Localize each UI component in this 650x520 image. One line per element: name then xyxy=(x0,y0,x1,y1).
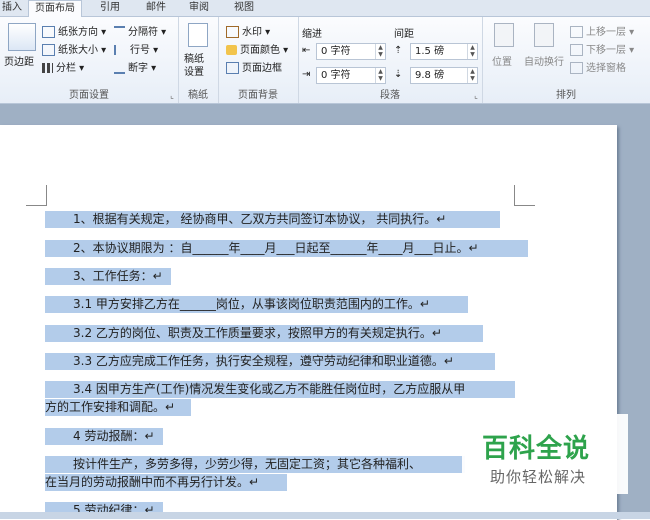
send-backward-button[interactable]: 下移一层 ▾ xyxy=(570,41,634,56)
line-numbers-icon xyxy=(114,45,127,55)
tab-review[interactable]: 审阅 xyxy=(183,0,215,16)
space-after-icon: ⇣ xyxy=(394,69,403,80)
tab-mailings[interactable]: 邮件 xyxy=(140,0,172,16)
line-numbers-button[interactable]: 行号 ▾ xyxy=(114,41,158,56)
space-before-field[interactable]: 1.5 磅 ▲ ▼ xyxy=(410,43,478,60)
indent-heading: 缩进 xyxy=(302,29,322,40)
orientation-label: 纸张方向 xyxy=(58,27,98,38)
line-numbers-label: 行号 xyxy=(130,45,150,56)
orientation-button[interactable]: 纸张方向 ▾ xyxy=(42,23,106,38)
indent-right-spinner[interactable]: ▲ ▼ xyxy=(375,68,385,83)
page-color-button[interactable]: 页面颜色 ▾ xyxy=(226,41,288,56)
group-paragraph: 缩进 间距 ⇤ 0 字符 ▲ ▼ ⇥ 0 字符 ▲ ▼ ⇡ 1.5 磅 ▲ ▼ ⇣ 9.8 … xyxy=(298,17,483,103)
selection-pane-button[interactable]: 选择窗格 xyxy=(570,59,626,74)
hyphenation-label: 断字 xyxy=(128,63,148,74)
doc-line[interactable]: 2、本协议期限为 ：自______年____月___日起至______年____… xyxy=(45,240,528,257)
doc-line[interactable]: 4 劳动报酬：↵ xyxy=(45,428,163,445)
doc-line[interactable]: 3.3 乙方应完成工作任务，执行安全规程，遵守劳动纪律和职业道德。↵ xyxy=(45,353,495,370)
indent-left-value: 0 字符 xyxy=(321,46,351,57)
arrange-label: 排列 xyxy=(556,90,576,101)
space-after-spinner[interactable]: ▲ ▼ xyxy=(467,68,477,83)
columns-label: 分栏 xyxy=(56,63,76,74)
ribbon: 页边距 纸张方向 ▾ 纸张大小 ▾ 分栏 ▾ 分隔符 ▾ 行号 ▾ 断字 ▾ 页… xyxy=(0,17,650,104)
doc-line[interactable]: 3.2 乙方的岗位、职责及工作质量要求，按照甲方的有关规定执行。↵ xyxy=(45,325,483,342)
watermark-label: 水印 xyxy=(242,27,262,38)
space-before-value: 1.5 磅 xyxy=(415,46,445,57)
tab-insert[interactable]: 插入 xyxy=(0,0,28,16)
watermark-title: 百科全说 xyxy=(482,434,591,464)
indent-left-field[interactable]: 0 字符 ▲ ▼ xyxy=(316,43,386,60)
indent-left-spinner[interactable]: ▲ ▼ xyxy=(375,44,385,59)
selection-pane-icon xyxy=(570,62,583,74)
page-background-label: 页面背景 xyxy=(238,90,278,101)
crop-mark-top-left xyxy=(26,185,47,206)
draft-icon[interactable] xyxy=(188,23,208,47)
space-before-icon: ⇡ xyxy=(394,45,403,56)
page-borders-button[interactable]: 页面边框 xyxy=(226,59,282,74)
watermark-subtitle: 助你轻松解决 xyxy=(490,468,587,486)
indent-right-icon: ⇥ xyxy=(302,69,311,80)
watermark-logo: 百科全说 助你轻松解决 xyxy=(462,414,628,494)
group-arrange: 位置 自动换行 上移一层 ▾ 下移一层 ▾ 选择窗格 排列 xyxy=(482,17,650,103)
breaks-icon xyxy=(114,26,125,38)
orientation-icon xyxy=(42,26,55,38)
wrap-icon[interactable] xyxy=(534,23,554,47)
send-backward-icon xyxy=(570,44,583,56)
doc-line[interactable]: 方的工作安排和调配。↵ xyxy=(45,399,191,416)
ribbon-tabs: 插入 页面布局 引用 邮件 审阅 视图 xyxy=(0,0,650,18)
page-setup-launcher-icon[interactable]: ⌞ xyxy=(170,91,174,100)
selection-pane-label: 选择窗格 xyxy=(586,63,626,74)
size-icon xyxy=(42,44,55,56)
tab-page-layout[interactable]: 页面布局 xyxy=(28,0,82,18)
crop-mark-top-right xyxy=(514,185,535,206)
position-button[interactable]: 位置 xyxy=(492,53,512,68)
space-after-value: 9.8 磅 xyxy=(415,70,445,81)
group-page-setup: 页边距 纸张方向 ▾ 纸张大小 ▾ 分栏 ▾ 分隔符 ▾ 行号 ▾ 断字 ▾ 页… xyxy=(0,17,179,103)
hyphenation-button[interactable]: 断字 ▾ xyxy=(114,59,156,74)
status-bar xyxy=(0,512,650,519)
space-after-field[interactable]: 9.8 磅 ▲ ▼ xyxy=(410,67,478,84)
group-page-background: 水印 ▾ 页面颜色 ▾ 页面边框 页面背景 xyxy=(218,17,299,103)
position-icon[interactable] xyxy=(494,23,514,47)
bring-forward-button[interactable]: 上移一层 ▾ xyxy=(570,23,634,38)
space-before-spinner[interactable]: ▲ ▼ xyxy=(467,44,477,59)
hyphenation-icon xyxy=(114,62,125,74)
breaks-button[interactable]: 分隔符 ▾ xyxy=(114,23,166,38)
indent-right-value: 0 字符 xyxy=(321,70,351,81)
doc-line[interactable]: 3.4 因甲方生产(工作)情况发生变化或乙方不能胜任岗位时，乙方应服从甲 xyxy=(45,381,515,398)
columns-icon xyxy=(42,63,53,73)
bring-forward-icon xyxy=(570,26,583,38)
margins-button[interactable]: 页边距 xyxy=(4,53,34,68)
page-borders-icon xyxy=(226,62,239,74)
bring-forward-label: 上移一层 xyxy=(586,27,626,38)
spacing-heading: 间距 xyxy=(394,29,414,40)
tab-view[interactable]: 视图 xyxy=(228,0,260,16)
doc-line[interactable]: 3、工作任务：↵ xyxy=(45,268,171,285)
doc-line[interactable]: 3.1 甲方安排乙方在______岗位，从事该岗位职责范围内的工作。↵ xyxy=(45,296,468,313)
size-label: 纸张大小 xyxy=(58,45,98,56)
watermark-button[interactable]: 水印 ▾ xyxy=(226,23,270,38)
send-backward-label: 下移一层 xyxy=(586,45,626,56)
margins-icon[interactable] xyxy=(8,23,36,51)
columns-button[interactable]: 分栏 ▾ xyxy=(42,59,84,74)
page-setup-label: 页面设置 xyxy=(69,90,109,101)
page-borders-label: 页面边框 xyxy=(242,63,282,74)
page-color-icon xyxy=(226,45,237,55)
page-color-label: 页面颜色 xyxy=(240,45,280,56)
tab-references[interactable]: 引用 xyxy=(94,0,126,16)
wrap-text-button[interactable]: 自动换行 xyxy=(524,53,564,68)
size-button[interactable]: 纸张大小 ▾ xyxy=(42,41,106,56)
indent-right-field[interactable]: 0 字符 ▲ ▼ xyxy=(316,67,386,84)
doc-line[interactable]: 在当月的劳动报酬中而不再另行计发。↵ xyxy=(45,474,287,491)
doc-line[interactable]: 按计件生产，多劳多得，少劳少得，无固定工资；其它各种福利、 xyxy=(45,456,465,473)
paragraph-label: 段落 xyxy=(380,90,400,101)
watermark-icon xyxy=(226,26,239,38)
doc-line[interactable]: 1、根据有关规定， 经协商甲、乙双方共同签订本协议， 共同执行。↵ xyxy=(45,211,500,228)
draft-settings-button[interactable]: 稿纸 设置 xyxy=(184,53,204,79)
breaks-label: 分隔符 xyxy=(128,27,158,38)
paragraph-launcher-icon[interactable]: ⌞ xyxy=(474,91,478,100)
indent-left-icon: ⇤ xyxy=(302,45,311,56)
group-draft: 稿纸 设置 稿纸 xyxy=(178,17,219,103)
draft-label: 稿纸 xyxy=(188,90,208,101)
